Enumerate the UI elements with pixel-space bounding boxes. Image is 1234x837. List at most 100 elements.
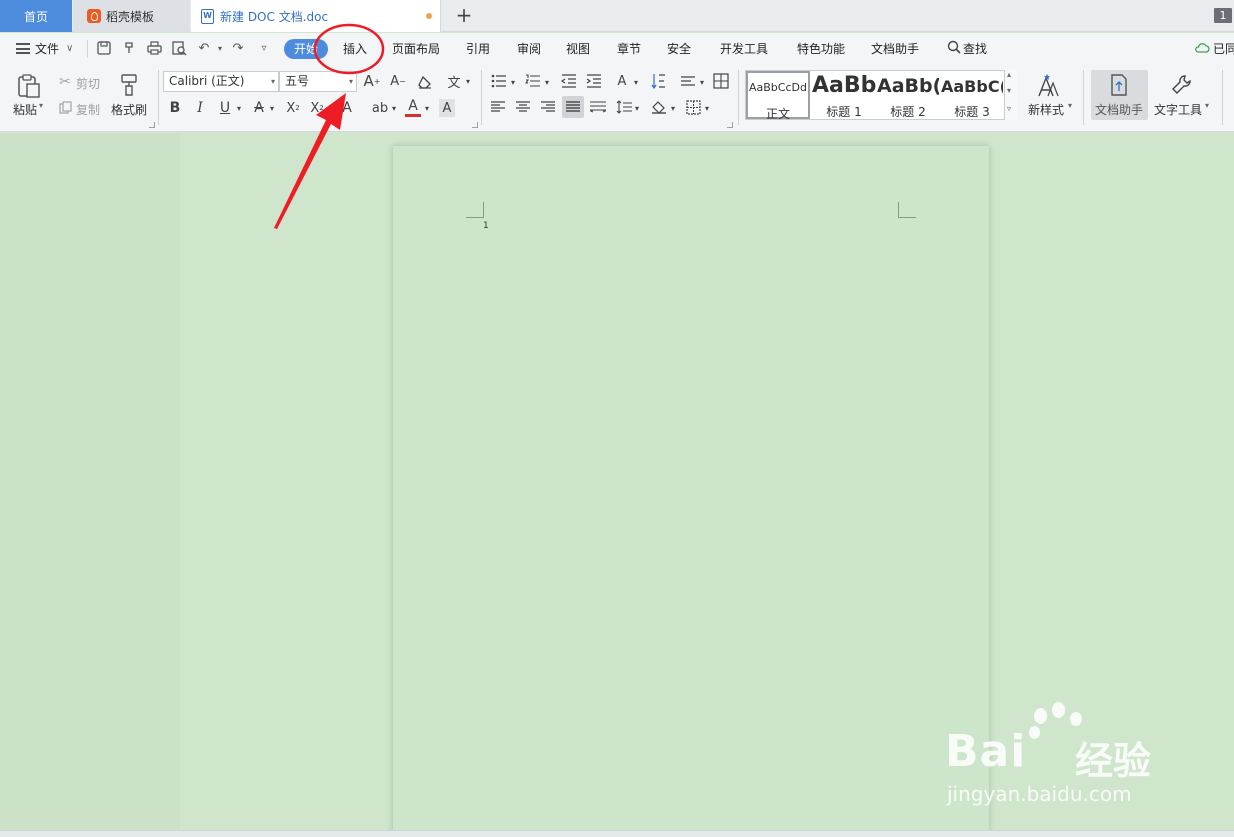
- font-size-select[interactable]: 五号 ▾: [279, 71, 357, 92]
- chevron-down-icon[interactable]: ▾: [390, 102, 398, 114]
- decrease-indent-icon[interactable]: [560, 73, 578, 89]
- expand-gallery-icon[interactable]: ▿: [1007, 104, 1011, 113]
- menu-file[interactable]: 文件: [35, 40, 59, 58]
- paste-dropdown-icon[interactable]: ▾: [39, 101, 43, 110]
- increase-indent-icon[interactable]: [585, 73, 603, 89]
- style-normal[interactable]: AaBbCcDd 正文: [746, 71, 810, 121]
- text-direction-icon[interactable]: A: [612, 72, 632, 90]
- tab-home[interactable]: 首页: [0, 0, 72, 32]
- paste-icon[interactable]: [15, 72, 43, 100]
- style-heading-2[interactable]: AaBb( 标题 2: [877, 71, 939, 119]
- menu-layout-tab[interactable]: 页面布局: [392, 40, 440, 58]
- text-tools-label[interactable]: 文字工具: [1154, 101, 1202, 118]
- text-tools-icon[interactable]: [1170, 73, 1194, 97]
- paragraph-expand-icon[interactable]: [727, 122, 733, 128]
- clear-format-icon[interactable]: [416, 73, 434, 91]
- chevron-down-icon[interactable]: ▾: [543, 76, 551, 88]
- menu-doc-assistant-tab[interactable]: 文档助手: [871, 40, 919, 58]
- paste-label[interactable]: 粘贴: [13, 101, 37, 118]
- document-page[interactable]: 1: [393, 146, 989, 837]
- menu-developer-tab[interactable]: 开发工具: [720, 40, 768, 58]
- style-heading-3[interactable]: AaBbC( 标题 3: [941, 71, 1003, 119]
- format-painter-icon[interactable]: [117, 72, 141, 98]
- chevron-down-icon[interactable]: ▾: [464, 75, 472, 87]
- menu-view-tab[interactable]: 视图: [566, 40, 590, 58]
- menu-find[interactable]: 查找: [963, 40, 987, 58]
- cut-label[interactable]: 剪切: [76, 75, 100, 92]
- chevron-down-icon[interactable]: ▾: [509, 76, 517, 88]
- font-color-icon[interactable]: A: [405, 97, 421, 117]
- bold-icon[interactable]: B: [167, 99, 183, 117]
- chevron-down-icon[interactable]: ▾: [1068, 101, 1072, 110]
- chevron-down-icon[interactable]: ▾: [423, 102, 431, 114]
- customize-toolbar-icon[interactable]: ▿: [256, 41, 272, 57]
- chevron-down-icon[interactable]: ▾: [669, 102, 677, 114]
- print-preview-icon[interactable]: [171, 41, 187, 57]
- table-grid-icon[interactable]: [712, 72, 730, 90]
- menu-review-tab[interactable]: 审阅: [517, 40, 541, 58]
- phonetic-guide-icon[interactable]: 文: [444, 72, 464, 91]
- new-style-label[interactable]: 新样式: [1028, 101, 1064, 118]
- style-heading-1[interactable]: AaBb 标题 1: [812, 71, 876, 119]
- style-gallery-scroll[interactable]: ▴ ▾ ▿: [1004, 70, 1017, 120]
- align-left-icon[interactable]: [490, 99, 506, 115]
- tab-templates[interactable]: 稻壳模板: [73, 0, 190, 32]
- menu-security-tab[interactable]: 安全: [667, 40, 691, 58]
- chevron-down-icon[interactable]: ▾: [1007, 86, 1011, 95]
- chevron-up-icon[interactable]: ▴: [1007, 70, 1011, 79]
- chevron-down-icon[interactable]: ▾: [268, 102, 276, 114]
- line-spacing-icon[interactable]: [679, 73, 697, 89]
- redo-icon[interactable]: ↷: [230, 41, 246, 57]
- font-name-select[interactable]: Calibri (正文) ▾: [163, 71, 279, 92]
- character-shading-icon[interactable]: A: [439, 99, 455, 117]
- print-icon[interactable]: [146, 41, 162, 57]
- bullet-list-icon[interactable]: [490, 73, 508, 89]
- subscript-icon[interactable]: X2: [308, 99, 326, 117]
- strikethrough-icon[interactable]: A: [251, 99, 267, 117]
- cut-icon[interactable]: ✂: [58, 74, 72, 90]
- menu-start-tab[interactable]: 开始: [284, 39, 328, 59]
- menu-section-tab[interactable]: 章节: [617, 40, 641, 58]
- format-copy-icon[interactable]: [121, 41, 137, 57]
- shading-fill-icon[interactable]: [650, 99, 668, 115]
- sort-icon[interactable]: [650, 72, 668, 90]
- menu-references-tab[interactable]: 引用: [466, 40, 490, 58]
- chevron-down-icon[interactable]: ∨: [66, 40, 73, 58]
- save-icon[interactable]: [96, 41, 112, 57]
- menu-features-tab[interactable]: 特色功能: [797, 40, 845, 58]
- paragraph-spacing-icon[interactable]: [615, 99, 633, 115]
- chevron-down-icon[interactable]: ▾: [703, 102, 711, 114]
- chevron-down-icon[interactable]: ▾: [698, 76, 706, 88]
- chevron-down-icon[interactable]: ▾: [632, 76, 640, 88]
- increase-font-size-icon[interactable]: A +: [363, 72, 381, 90]
- italic-icon[interactable]: I: [192, 99, 208, 117]
- copy-label[interactable]: 复制: [76, 101, 100, 118]
- undo-dropdown-icon[interactable]: ▾: [212, 41, 228, 57]
- new-tab-button[interactable]: +: [452, 4, 476, 28]
- align-justify-icon[interactable]: [562, 96, 584, 118]
- numbered-list-icon[interactable]: [524, 73, 542, 89]
- chevron-down-icon[interactable]: ▾: [1205, 101, 1209, 110]
- window-count-badge[interactable]: 1: [1214, 8, 1232, 23]
- distributed-align-icon[interactable]: [589, 99, 607, 115]
- undo-icon[interactable]: ↶: [196, 41, 212, 57]
- borders-icon[interactable]: [684, 99, 702, 115]
- decrease-font-size-icon[interactable]: A −: [389, 72, 407, 90]
- text-effect-icon[interactable]: A: [339, 99, 355, 117]
- new-style-icon[interactable]: [1036, 72, 1062, 98]
- copy-icon[interactable]: [58, 100, 72, 114]
- format-painter-label[interactable]: 格式刷: [111, 101, 147, 118]
- align-center-icon[interactable]: [515, 99, 531, 115]
- align-right-icon[interactable]: [540, 99, 556, 115]
- hamburger-menu-icon[interactable]: [16, 43, 30, 54]
- font-expand-icon[interactable]: [472, 122, 478, 128]
- highlight-icon[interactable]: ab: [371, 99, 389, 117]
- menu-insert-tab[interactable]: 插入: [343, 40, 367, 58]
- chevron-down-icon[interactable]: ▾: [235, 102, 243, 114]
- superscript-icon[interactable]: X2: [284, 99, 302, 117]
- clipboard-expand-icon[interactable]: [149, 122, 155, 128]
- underline-icon[interactable]: U: [217, 99, 233, 117]
- search-icon[interactable]: [946, 40, 962, 56]
- chevron-down-icon[interactable]: ▾: [633, 102, 641, 114]
- cloud-sync-icon[interactable]: [1194, 41, 1210, 57]
